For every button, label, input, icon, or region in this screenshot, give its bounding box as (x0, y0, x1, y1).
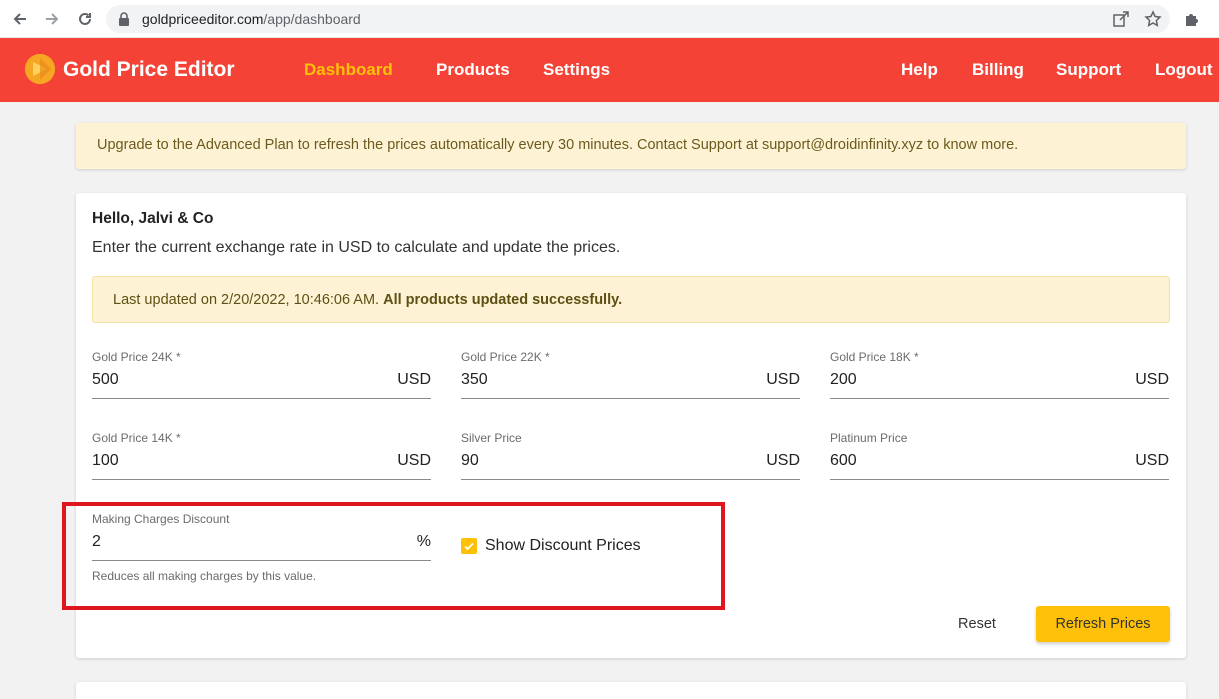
back-arrow-icon[interactable] (10, 9, 30, 29)
gold-18k-field[interactable]: Gold Price 18K * 200 USD (830, 350, 1169, 399)
gold-24k-field[interactable]: Gold Price 24K * 500 USD (92, 350, 431, 399)
nav-billing[interactable]: Billing (972, 60, 1024, 80)
field-label: Gold Price 18K * (830, 350, 919, 364)
field-unit: USD (1135, 371, 1169, 388)
reload-icon[interactable] (75, 9, 95, 29)
field-value[interactable]: 90 (461, 452, 479, 470)
field-label: Platinum Price (830, 431, 908, 445)
forward-arrow-icon[interactable] (42, 9, 62, 29)
puzzle-icon[interactable] (1183, 10, 1201, 33)
refresh-prices-button[interactable]: Refresh Prices (1036, 606, 1170, 642)
nav-settings[interactable]: Settings (543, 60, 610, 80)
gold-22k-field[interactable]: Gold Price 22K * 350 USD (461, 350, 800, 399)
logo-icon (25, 54, 55, 84)
app-header: Gold Price Editor Dashboard Products Set… (0, 38, 1219, 102)
nav-logout[interactable]: Logout (1155, 60, 1213, 80)
nav-support[interactable]: Support (1056, 60, 1121, 80)
field-value[interactable]: 350 (461, 371, 488, 389)
highlight-annotation (62, 502, 725, 610)
field-unit: USD (397, 371, 431, 388)
instruction-text: Enter the current exchange rate in USD t… (92, 239, 621, 256)
field-label: Gold Price 24K * (92, 350, 181, 364)
field-value[interactable]: 200 (830, 371, 857, 389)
brand-name[interactable]: Gold Price Editor (63, 58, 235, 82)
platinum-price-field[interactable]: Platinum Price 600 USD (830, 431, 1169, 480)
url-text: goldpriceeditor.com/app/dashboard (142, 11, 361, 27)
field-value[interactable]: 600 (830, 452, 857, 470)
field-unit: USD (1135, 452, 1169, 469)
field-label: Gold Price 14K * (92, 431, 181, 445)
field-unit: USD (766, 371, 800, 388)
status-timestamp: Last updated on 2/20/2022, 10:46:06 AM. (113, 292, 380, 308)
status-message: Last updated on 2/20/2022, 10:46:06 AM. … (92, 276, 1170, 323)
field-label: Silver Price (461, 431, 522, 445)
lock-icon (118, 12, 130, 31)
nav-dashboard[interactable]: Dashboard (304, 60, 393, 80)
field-value[interactable]: 100 (92, 452, 119, 470)
nav-help[interactable]: Help (901, 60, 938, 80)
reset-button[interactable]: Reset (946, 606, 1008, 642)
browser-toolbar: goldpriceeditor.com/app/dashboard (0, 0, 1219, 38)
share-icon[interactable] (1112, 10, 1130, 28)
status-result: All products updated successfully. (383, 292, 623, 308)
upgrade-banner-text: Upgrade to the Advanced Plan to refresh … (97, 137, 1019, 153)
field-label: Gold Price 22K * (461, 350, 550, 364)
nav-products[interactable]: Products (436, 60, 510, 80)
field-unit: USD (766, 452, 800, 469)
address-bar[interactable]: goldpriceeditor.com/app/dashboard (106, 5, 1170, 33)
star-icon[interactable] (1144, 10, 1162, 28)
field-value[interactable]: 500 (92, 371, 119, 389)
greeting: Hello, Jalvi & Co (92, 210, 214, 227)
field-unit: USD (397, 452, 431, 469)
gold-14k-field[interactable]: Gold Price 14K * 100 USD (92, 431, 431, 480)
upgrade-banner: Upgrade to the Advanced Plan to refresh … (76, 123, 1186, 169)
secondary-card (76, 682, 1186, 699)
silver-price-field[interactable]: Silver Price 90 USD (461, 431, 800, 480)
